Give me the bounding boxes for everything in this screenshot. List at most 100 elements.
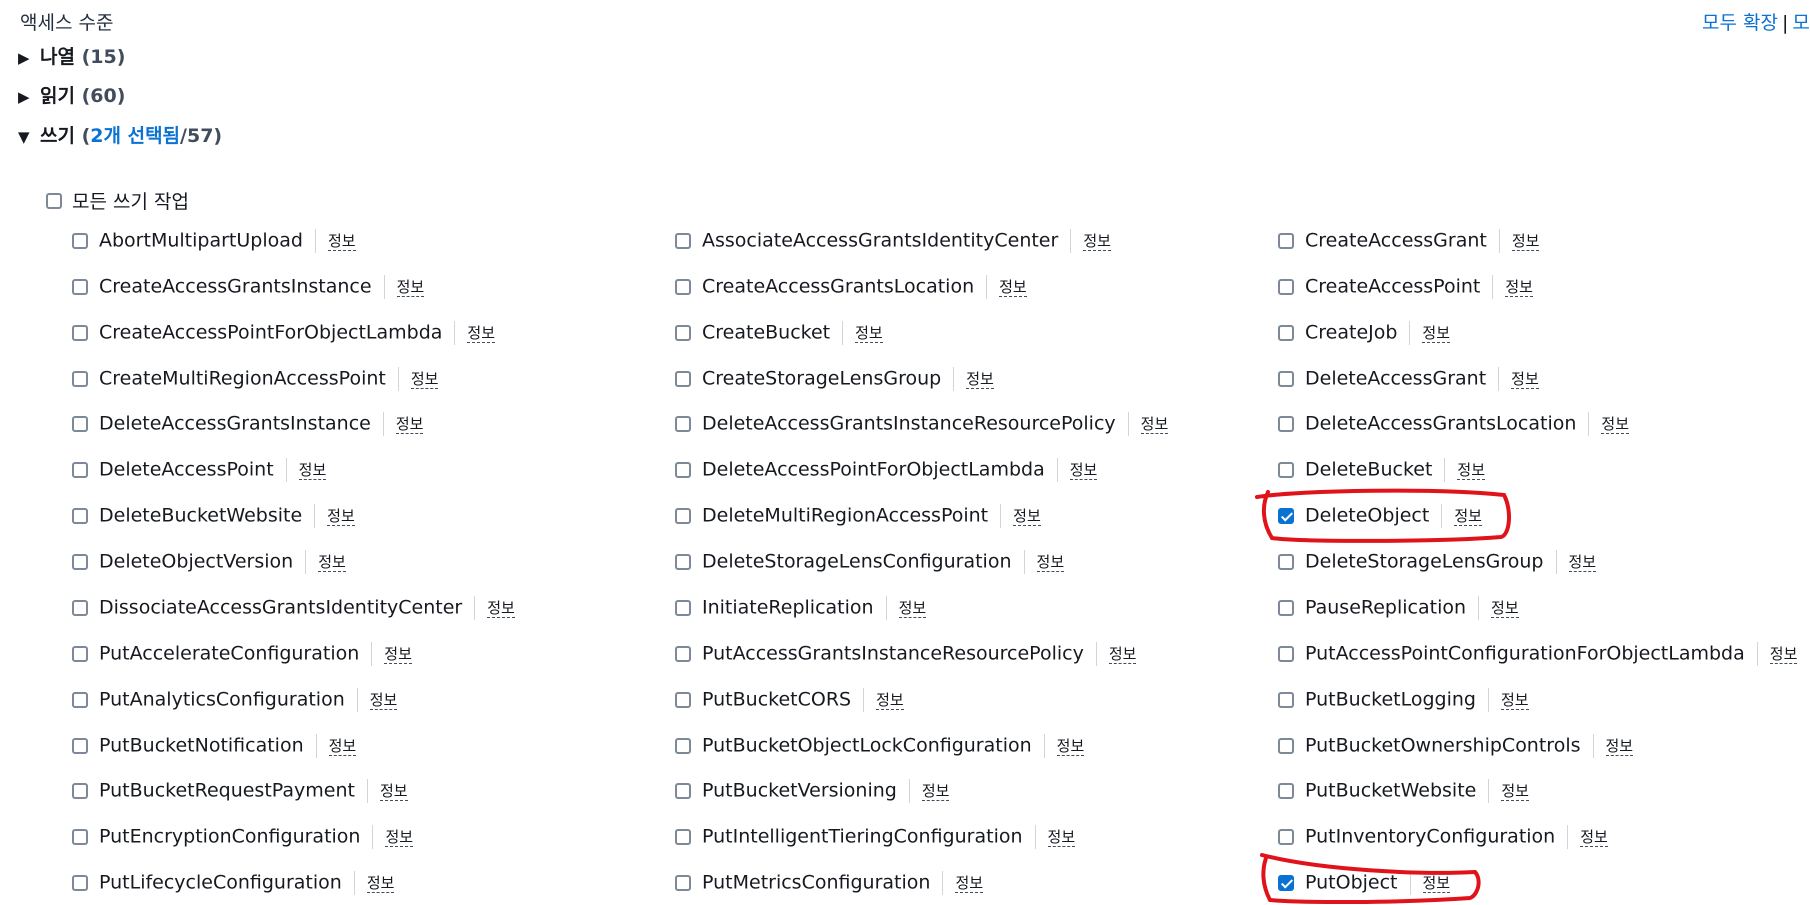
action-item[interactable]: PutEncryptionConfiguration 정보 bbox=[72, 823, 414, 849]
action-item[interactable]: DeleteAccessGrantsInstance 정보 bbox=[72, 410, 424, 436]
info-link[interactable]: 정보 bbox=[1108, 644, 1137, 664]
info-link[interactable]: 정보 bbox=[1140, 414, 1169, 434]
info-link[interactable]: 정보 bbox=[1511, 369, 1539, 389]
action-checkbox[interactable] bbox=[1278, 553, 1294, 570]
action-checkbox[interactable] bbox=[1278, 737, 1294, 754]
info-link[interactable]: 정보 bbox=[966, 369, 994, 389]
info-link[interactable]: 정보 bbox=[1013, 506, 1041, 526]
action-item[interactable]: CreateAccessGrantsLocation 정보 bbox=[675, 273, 1027, 299]
action-checkbox[interactable] bbox=[675, 324, 691, 341]
action-item[interactable]: DeleteAccessPoint 정보 bbox=[72, 456, 327, 482]
action-checkbox[interactable] bbox=[675, 645, 691, 662]
action-item[interactable]: CreateBucket 정보 bbox=[675, 319, 883, 345]
action-item[interactable]: CreateMultiRegionAccessPoint 정보 bbox=[72, 365, 439, 391]
action-checkbox[interactable] bbox=[72, 415, 88, 432]
info-link[interactable]: 정보 bbox=[1047, 827, 1076, 847]
action-checkbox[interactable] bbox=[72, 370, 88, 387]
info-link[interactable]: 정보 bbox=[1083, 231, 1111, 251]
action-item[interactable]: DeleteAccessPointForObjectLambda 정보 bbox=[675, 456, 1098, 482]
action-checkbox[interactable] bbox=[1278, 461, 1294, 478]
action-checkbox[interactable] bbox=[1278, 874, 1294, 891]
info-link[interactable]: 정보 bbox=[1769, 644, 1798, 664]
action-item[interactable]: PutBucketVersioning 정보 bbox=[675, 777, 950, 803]
action-item[interactable]: CreateAccessGrantsInstance 정보 bbox=[72, 273, 425, 299]
action-item[interactable]: DeleteObject 정보 bbox=[1278, 502, 1482, 528]
info-link[interactable]: 정보 bbox=[385, 827, 414, 847]
info-link[interactable]: 정보 bbox=[921, 781, 950, 801]
action-checkbox[interactable] bbox=[1278, 278, 1294, 295]
action-checkbox[interactable] bbox=[675, 232, 691, 249]
action-item[interactable]: PutAccessGrantsInstanceResourcePolicy 정보 bbox=[675, 640, 1137, 666]
action-checkbox[interactable] bbox=[72, 278, 88, 295]
info-link[interactable]: 정보 bbox=[1422, 873, 1451, 893]
action-checkbox[interactable] bbox=[1278, 370, 1294, 387]
info-link[interactable]: 정보 bbox=[328, 736, 357, 756]
action-item[interactable]: PutBucketObjectLockConfiguration 정보 bbox=[675, 732, 1085, 758]
action-item[interactable]: PutBucketLogging 정보 bbox=[1278, 686, 1529, 712]
action-item[interactable]: DeleteAccessGrantsInstanceResourcePolicy… bbox=[675, 410, 1169, 436]
info-link[interactable]: 정보 bbox=[366, 873, 395, 893]
info-link[interactable]: 정보 bbox=[395, 414, 424, 434]
action-checkbox[interactable] bbox=[72, 874, 88, 891]
action-checkbox[interactable] bbox=[675, 461, 691, 478]
info-link[interactable]: 정보 bbox=[1069, 460, 1098, 480]
action-checkbox[interactable] bbox=[72, 782, 88, 799]
action-item[interactable]: CreateAccessGrant 정보 bbox=[1278, 227, 1540, 253]
action-checkbox[interactable] bbox=[1278, 324, 1294, 341]
info-link[interactable]: 정보 bbox=[327, 231, 356, 251]
info-link[interactable]: 정보 bbox=[384, 644, 412, 664]
info-link[interactable]: 정보 bbox=[467, 323, 496, 343]
action-checkbox[interactable] bbox=[675, 737, 691, 754]
action-checkbox[interactable] bbox=[1278, 691, 1294, 708]
action-checkbox[interactable] bbox=[675, 370, 691, 387]
action-checkbox[interactable] bbox=[72, 737, 88, 754]
info-link[interactable]: 정보 bbox=[955, 873, 984, 893]
action-checkbox[interactable] bbox=[72, 461, 88, 478]
info-link[interactable]: 정보 bbox=[999, 277, 1027, 297]
info-link[interactable]: 정보 bbox=[1036, 552, 1065, 572]
info-link[interactable]: 정보 bbox=[1505, 277, 1533, 297]
action-checkbox[interactable] bbox=[675, 507, 691, 524]
section-write[interactable]: ▼ 쓰기 (2개 선택됨/57) bbox=[18, 121, 222, 148]
action-checkbox[interactable] bbox=[675, 828, 691, 845]
action-item[interactable]: CreateAccessPoint 정보 bbox=[1278, 273, 1533, 299]
action-checkbox[interactable] bbox=[675, 553, 691, 570]
action-item[interactable]: DeleteStorageLensGroup 정보 bbox=[1278, 548, 1597, 574]
info-link[interactable]: 정보 bbox=[1422, 323, 1451, 343]
action-checkbox[interactable] bbox=[72, 599, 88, 616]
info-link[interactable]: 정보 bbox=[327, 506, 355, 526]
action-item[interactable]: PutAccessPointConfigurationForObjectLamb… bbox=[1278, 640, 1798, 666]
section-list[interactable]: ▶ 나열 (15) bbox=[18, 42, 125, 69]
info-link[interactable]: 정보 bbox=[487, 598, 515, 618]
action-item[interactable]: PutBucketWebsite 정보 bbox=[1278, 777, 1529, 803]
section-read[interactable]: ▶ 읽기 (60) bbox=[18, 81, 125, 108]
action-item[interactable]: DeleteAccessGrant 정보 bbox=[1278, 365, 1539, 391]
action-item[interactable]: CreateStorageLensGroup 정보 bbox=[675, 365, 994, 391]
action-item[interactable]: PutLifecycleConfiguration 정보 bbox=[72, 869, 395, 895]
action-checkbox[interactable] bbox=[675, 691, 691, 708]
info-link[interactable]: 정보 bbox=[1457, 460, 1486, 480]
action-item[interactable]: CreateJob 정보 bbox=[1278, 319, 1451, 345]
info-link[interactable]: 정보 bbox=[1601, 414, 1630, 434]
expand-all-link[interactable]: 모두 확장 bbox=[1702, 12, 1778, 34]
action-item[interactable]: DeleteStorageLensConfiguration 정보 bbox=[675, 548, 1065, 574]
info-link[interactable]: 정보 bbox=[369, 690, 398, 710]
action-checkbox[interactable] bbox=[675, 874, 691, 891]
action-checkbox[interactable] bbox=[675, 415, 691, 432]
action-item[interactable]: DeleteAccessGrantsLocation 정보 bbox=[1278, 410, 1630, 436]
info-link[interactable]: 정보 bbox=[1580, 827, 1608, 847]
info-link[interactable]: 정보 bbox=[1454, 506, 1482, 526]
action-item[interactable]: PutAnalyticsConfiguration 정보 bbox=[72, 686, 398, 712]
action-checkbox[interactable] bbox=[1278, 507, 1294, 524]
info-link[interactable]: 정보 bbox=[1568, 552, 1597, 572]
action-item[interactable]: PutIntelligentTieringConfiguration 정보 bbox=[675, 823, 1076, 849]
action-item[interactable]: PauseReplication 정보 bbox=[1278, 594, 1519, 620]
action-item[interactable]: PutObject 정보 bbox=[1278, 869, 1451, 895]
action-checkbox[interactable] bbox=[72, 691, 88, 708]
action-checkbox[interactable] bbox=[72, 553, 88, 570]
info-link[interactable]: 정보 bbox=[410, 369, 439, 389]
action-item[interactable]: PutBucketCORS 정보 bbox=[675, 686, 904, 712]
info-link[interactable]: 정보 bbox=[1511, 231, 1540, 251]
info-link[interactable]: 정보 bbox=[855, 323, 883, 343]
all-write-checkbox[interactable] bbox=[46, 192, 62, 209]
